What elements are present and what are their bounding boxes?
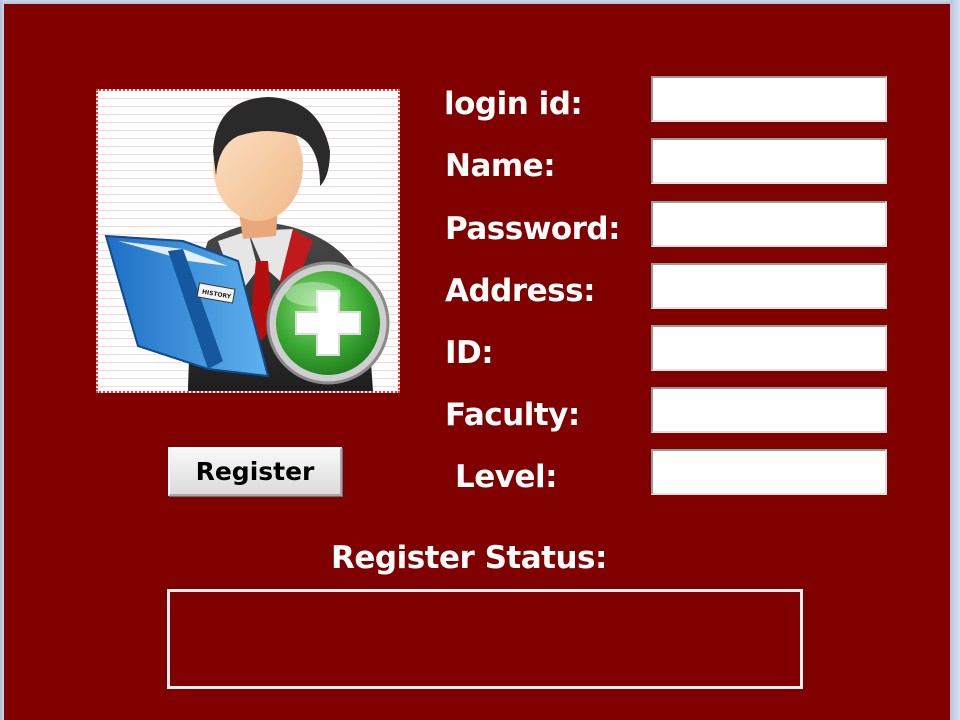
name-label: Name: xyxy=(445,148,556,184)
address-field[interactable] xyxy=(651,263,887,309)
id-field[interactable] xyxy=(651,325,887,371)
level-label: Level: xyxy=(455,459,558,495)
register-button[interactable]: Register xyxy=(168,447,342,496)
add-user-image: HISTORY xyxy=(96,89,400,393)
address-label: Address: xyxy=(445,273,596,309)
login-id-label: login id: xyxy=(444,86,583,122)
faculty-label: Faculty: xyxy=(445,397,580,433)
login-id-field[interactable] xyxy=(651,76,887,122)
level-field[interactable] xyxy=(651,449,887,495)
register-status-label: Register Status: xyxy=(331,540,607,576)
name-field[interactable] xyxy=(651,138,887,184)
add-user-reader-icon: HISTORY xyxy=(104,97,390,391)
faculty-field[interactable] xyxy=(651,387,887,433)
password-label: Password: xyxy=(445,211,621,247)
id-label: ID: xyxy=(445,335,494,371)
password-field[interactable] xyxy=(651,201,887,247)
window-right-border xyxy=(950,0,960,720)
register-status-box xyxy=(167,589,803,689)
